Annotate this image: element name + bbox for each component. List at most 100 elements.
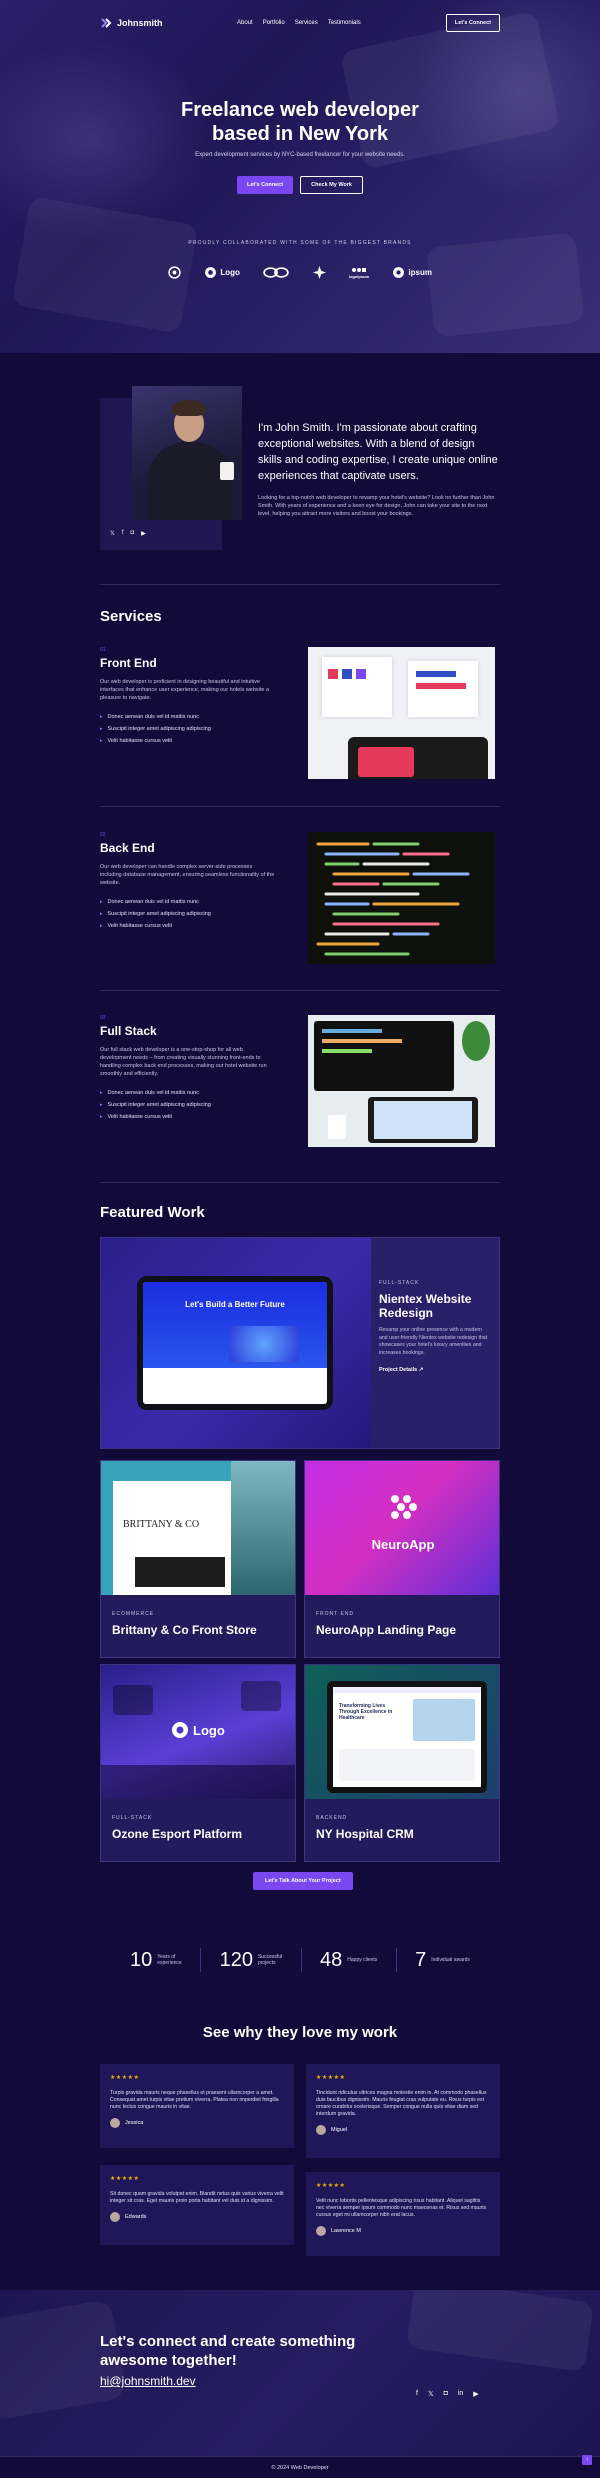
stat-number: 48 (320, 1948, 343, 1971)
project-details-link[interactable]: Project Details ↗ (379, 1367, 489, 1373)
hero-title: Freelance web developer based in New Yor… (0, 98, 600, 146)
hero-decor (11, 196, 199, 334)
site-logo[interactable]: Johnsmith (100, 17, 163, 29)
project-tag: BACKEND (316, 1815, 348, 1821)
hero-title-line1: Freelance web developer (181, 99, 419, 121)
footer-decor (406, 2290, 594, 2373)
brand-logo (312, 266, 326, 279)
about-text: I'm John Smith. I'm passionate about cra… (258, 420, 500, 518)
youtube-icon[interactable]: ▶ (141, 530, 146, 537)
project-cta-button[interactable]: Let's Talk About Your Project (253, 1872, 353, 1890)
project-tag: FULL-STACK (112, 1815, 153, 1821)
project-card-brittany[interactable]: BRITTANY & CO ECOMMERCE Brittany & Co Fr… (100, 1460, 296, 1658)
star-rating: ★★★★★ (316, 2075, 346, 2081)
youtube-icon[interactable]: ▶ (473, 2390, 478, 2398)
nav-link-portfolio[interactable]: Portfolio (263, 20, 285, 26)
nav-link-testimonials[interactable]: Testimonials (328, 20, 361, 26)
project-card-ozone[interactable]: Logo FULL-STACK Ozone Esport Platform (100, 1664, 296, 1862)
project-title: NY Hospital CRM (316, 1827, 414, 1841)
top-nav: Johnsmith About Portfolio Services Testi… (100, 12, 500, 34)
brand-logo (168, 266, 181, 279)
hero-buttons: Let's Connect Check My Work (0, 176, 600, 194)
footer-email-link[interactable]: hi@johnsmith.dev (100, 2374, 196, 2388)
project-image-text: Transforming Lives Through Excellence in… (339, 1703, 393, 1721)
stat-number: 7 (415, 1948, 427, 1971)
hero-section: Johnsmith About Portfolio Services Testi… (0, 0, 600, 353)
project-title: Nientex Website Redesign (379, 1292, 472, 1320)
nav-link-about[interactable]: About (237, 20, 253, 26)
project-card-neuroapp[interactable]: NeuroApp FRONT END NeuroApp Landing Page (304, 1460, 500, 1658)
testimonial-card: ★★★★★ Tincidunt ridiculus ultrices magna… (306, 2064, 500, 2158)
project-image-text: BRITTANY & CO (123, 1519, 200, 1530)
service-desc: Our web developer is proficient in desig… (100, 679, 270, 701)
logo-icon (101, 18, 112, 28)
testimonial-text: Tincidunt ridiculus ultrices magna moles… (316, 2090, 487, 2117)
services-title: Services (100, 608, 162, 625)
service-desc: Our full stack web developer is a one-st… (100, 1047, 267, 1077)
linkedin-icon[interactable]: in (458, 2390, 463, 2398)
hero-title-line2: based in New York (212, 123, 388, 145)
project-card-hospital[interactable]: Transforming Lives Through Excellence in… (304, 1664, 500, 1862)
facebook-icon[interactable]: f (416, 2390, 418, 2398)
brand-logo: logoipsum (349, 267, 369, 279)
hero-connect-button[interactable]: Let's Connect (236, 176, 294, 194)
about-socials: 𝕏 f ◘ ▶ (110, 530, 146, 537)
service-front-end: 01 Front End Our web developer is profic… (100, 647, 500, 779)
testimonial-text: Turpis gravida mauris neque phasellus et… (110, 2090, 279, 2110)
shield-logo-icon (205, 267, 217, 278)
about-photo (132, 386, 242, 520)
star-logo-icon (312, 266, 326, 279)
divider (100, 1182, 500, 1183)
ozone-logo-icon (172, 1722, 188, 1738)
twitter-icon[interactable]: 𝕏 (428, 2390, 434, 2398)
circle-logo-icon (393, 267, 405, 278)
about-body: Looking for a top-notch web developer to… (258, 495, 495, 517)
brand-logo: ipsum (392, 266, 432, 279)
hero-decor (425, 232, 585, 338)
facebook-icon[interactable]: f (122, 530, 124, 537)
star-rating: ★★★★★ (316, 2183, 346, 2189)
featured-main-card[interactable]: Let's Build a Better Future FULL-STACK N… (100, 1237, 500, 1449)
dots-logo-icon (351, 267, 366, 272)
front-end-image (308, 647, 495, 779)
stat-number: 10 (130, 1948, 153, 1971)
page: { "nav": { "logo": "Johnsmith", "links":… (0, 0, 600, 2478)
neuroapp-logo-icon (391, 1495, 417, 1519)
service-desc: Our web developer can handle complex ser… (100, 864, 275, 886)
back-end-image (308, 832, 495, 964)
about-headline: I'm John Smith. I'm passionate about cra… (258, 422, 498, 482)
featured-main-image: Let's Build a Better Future (101, 1238, 371, 1448)
project-tag: FULL-STACK (379, 1280, 420, 1286)
service-full-stack: 03 Full Stack Our full stack web develop… (100, 1015, 500, 1147)
nav-connect-button[interactable]: Let's Connect (445, 14, 500, 32)
footer-socials: f 𝕏 ◘ in ▶ (416, 2390, 479, 2398)
code-lines (316, 842, 470, 956)
testimonials-title: See why they love my work (202, 2024, 398, 2041)
stat-number: 120 (219, 1948, 253, 1971)
full-stack-image (308, 1015, 495, 1147)
instagram-icon[interactable]: ◘ (131, 530, 135, 537)
back-to-top-button[interactable]: ↑ (582, 2455, 592, 2465)
featured-main-info: FULL-STACK Nientex Website Redesign Reva… (379, 1280, 489, 1373)
copyright: © 2024 Web Developer (0, 2456, 600, 2478)
brand-logos: Logo logoipsum ipsum (168, 266, 432, 279)
project-image: BRITTANY & CO (101, 1461, 295, 1595)
project-desc: Revamp your online presence with a moder… (379, 1327, 488, 1356)
testimonial-author: Jessica (125, 2120, 144, 2126)
brand-logo (263, 266, 289, 279)
project-image: NeuroApp (305, 1461, 499, 1595)
stat-label: Successful (257, 1953, 283, 1960)
stat-years: 10 Years of experience (130, 1949, 182, 1972)
testimonial-text: Sit donec quam gravida volutpat enim. Bl… (110, 2191, 284, 2204)
stat-label: Individual awards (431, 1956, 470, 1963)
stats-row: 10 Years of experience 120 Successful proj… (130, 1948, 470, 1972)
project-image-text: NeuroApp (371, 1537, 435, 1552)
instagram-icon[interactable]: ◘ (444, 2390, 448, 2398)
avatar (316, 2125, 326, 2135)
stat-awards: 7 Individual awards (415, 1949, 470, 1972)
testimonial-card: ★★★★★ Sit donec quam gravida volutpat en… (100, 2165, 294, 2245)
twitter-icon[interactable]: 𝕏 (110, 530, 115, 537)
nav-link-services[interactable]: Services (295, 20, 318, 26)
brand-logo: Logo (204, 266, 240, 279)
hero-work-button[interactable]: Check My Work (300, 176, 363, 194)
